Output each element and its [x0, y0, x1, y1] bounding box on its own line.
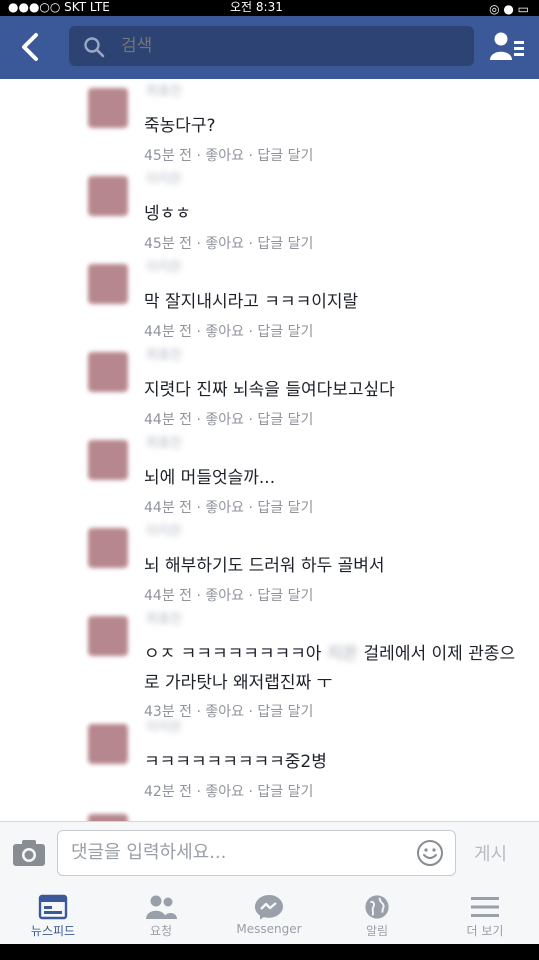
comment-text: 죽농다구?: [144, 116, 216, 136]
reply-link[interactable]: 답글 달기: [257, 500, 313, 516]
reply-link[interactable]: 답글 달기: [257, 784, 313, 800]
battery-indicator: ◎ ● ▭: [489, 2, 529, 16]
commenter-name[interactable]: 이지은: [146, 524, 182, 540]
status-bar: ●●●○○ SKT LTE 오전 8:31 ◎ ● ▭: [0, 0, 539, 16]
camera-icon: [13, 840, 45, 866]
comment-meta: 45분 전 · 좋아요 · 답글 달기: [144, 148, 314, 164]
comment-text: 뇌 해부하기도 드러워 하두 골벼서: [144, 556, 385, 576]
news-feed-icon: [38, 894, 68, 920]
comment-meta: 44분 전 · 좋아요 · 답글 달기: [144, 500, 314, 516]
commenter-name[interactable]: 최효진: [146, 84, 182, 100]
comment-time: 44분 전: [144, 412, 193, 428]
commenter-name[interactable]: 최효진: [146, 436, 182, 452]
reply-link[interactable]: 답글 달기: [257, 236, 313, 252]
tab-messenger[interactable]: Messenger: [224, 890, 314, 944]
like-link[interactable]: 좋아요: [205, 148, 244, 164]
tab-notifications[interactable]: 알림: [332, 890, 422, 944]
mentioned-name[interactable]: 지은: [327, 644, 358, 664]
like-link[interactable]: 좋아요: [205, 236, 244, 252]
comment-time: 43분 전: [144, 704, 193, 720]
friends-icon: [146, 895, 177, 919]
like-link[interactable]: 좋아요: [205, 704, 244, 720]
tab-more[interactable]: 더 보기: [440, 890, 530, 944]
avatar[interactable]: [88, 814, 128, 821]
search-input[interactable]: [121, 26, 461, 66]
menu-icon: [471, 897, 499, 917]
bottom-tab-bar: 뉴스피드 요청 Messenger 알림 더 보기: [0, 884, 539, 944]
avatar[interactable]: [88, 616, 128, 656]
like-link[interactable]: 좋아요: [205, 588, 244, 604]
avatar[interactable]: [88, 440, 128, 480]
carrier-label: ●●●○○ SKT LTE: [8, 0, 110, 14]
comment-time: 44분 전: [144, 324, 193, 340]
like-link[interactable]: 좋아요: [205, 784, 244, 800]
commenter-name[interactable]: 이지은: [146, 720, 182, 736]
comment-meta: 45분 전 · 좋아요 · 답글 달기: [144, 236, 314, 252]
comment-time: 44분 전: [144, 588, 193, 604]
comment-text: 넹ㅎㅎ: [144, 204, 191, 224]
smiley-icon: [417, 840, 443, 866]
comment-meta: 43분 전 · 좋아요 · 답글 달기: [144, 704, 314, 720]
reply-link[interactable]: 답글 달기: [257, 704, 313, 720]
like-link[interactable]: 좋아요: [205, 500, 244, 516]
commenter-name[interactable]: 최효진: [146, 348, 182, 364]
comment-text: 지렷다 진짜 뇌속을 들여다보고싶다: [144, 380, 395, 400]
messenger-icon: [255, 895, 283, 920]
friends-button[interactable]: [489, 30, 525, 64]
search-icon: [84, 37, 105, 58]
reply-link[interactable]: 답글 달기: [257, 412, 313, 428]
comment-input[interactable]: 댓글을 입력하세요...: [57, 830, 456, 876]
comment-text: ㅋㅋㅋㅋㅋㅋㅋㅋㅋ중2병: [144, 752, 327, 772]
back-button[interactable]: [14, 30, 48, 64]
comment-time: 42분 전: [144, 784, 193, 800]
comment-text: 막 잘지내시라고 ㅋㅋㅋ이지랄: [144, 292, 359, 312]
comment-time: 45분 전: [144, 236, 193, 252]
post-button[interactable]: 게시: [474, 840, 507, 866]
avatar[interactable]: [88, 724, 128, 764]
avatar[interactable]: [88, 176, 128, 216]
bottom-bezel: [0, 944, 539, 960]
tab-label: Messenger: [236, 922, 302, 936]
comment-list: 최효진 죽농다구? 45분 전 · 좋아요 · 답글 달기 이지은 넹ㅎㅎ 45…: [0, 79, 539, 821]
commenter-name[interactable]: 이지은: [146, 260, 182, 276]
tab-requests[interactable]: 요청: [116, 890, 206, 944]
commenter-name[interactable]: 이지은: [146, 172, 182, 188]
avatar[interactable]: [88, 88, 128, 128]
like-link[interactable]: 좋아요: [205, 412, 244, 428]
tab-label: 뉴스피드: [30, 924, 76, 938]
commenter-name[interactable]: 최효진: [146, 612, 182, 628]
chevron-left-icon: [22, 33, 38, 61]
avatar[interactable]: [88, 264, 128, 304]
comment-meta: 44분 전 · 좋아요 · 답글 달기: [144, 324, 314, 340]
like-link[interactable]: 좋아요: [205, 324, 244, 340]
friend-list-icon: [490, 32, 524, 60]
comments-screen: ●●●○○ SKT LTE 오전 8:31 ◎ ● ▭ 검색 최효진 죽농다구?…: [0, 0, 539, 960]
tab-label: 더 보기: [466, 924, 504, 938]
search-box[interactable]: [69, 26, 474, 66]
top-nav-bar: [0, 16, 539, 79]
tab-label: 요청: [149, 924, 173, 938]
comment-text: 뇌에 머들엇슬까...: [144, 468, 276, 488]
globe-icon: [365, 895, 389, 919]
comment-meta: 44분 전 · 좋아요 · 답글 달기: [144, 412, 314, 428]
tab-label: 알림: [365, 924, 389, 938]
reply-link[interactable]: 답글 달기: [257, 324, 313, 340]
clock: 오전 8:31: [230, 0, 283, 14]
avatar[interactable]: [88, 352, 128, 392]
comment-input-placeholder: 댓글을 입력하세요...: [71, 842, 227, 863]
comment-meta: 42분 전 · 좋아요 · 답글 달기: [144, 784, 314, 800]
comment-meta: 44분 전 · 좋아요 · 답글 달기: [144, 588, 314, 604]
tab-news-feed[interactable]: 뉴스피드: [8, 890, 98, 944]
avatar[interactable]: [88, 528, 128, 568]
reply-link[interactable]: 답글 달기: [257, 148, 313, 164]
comment-text-part: ㅇㅈ ㅋㅋㅋㅋㅋㅋㅋㅋ아: [144, 644, 322, 664]
emoji-button[interactable]: [416, 839, 444, 867]
comment-time: 45분 전: [144, 148, 193, 164]
comment-text: ㅇㅈ ㅋㅋㅋㅋㅋㅋㅋㅋ아 지은 걸레에서 이제 관종으로 가라탓나 왜저랩진짜 …: [144, 640, 524, 698]
camera-button[interactable]: [12, 838, 46, 868]
reply-link[interactable]: 답글 달기: [257, 588, 313, 604]
comment-composer: 댓글을 입력하세요... 게시: [0, 821, 539, 885]
comment-time: 44분 전: [144, 500, 193, 516]
